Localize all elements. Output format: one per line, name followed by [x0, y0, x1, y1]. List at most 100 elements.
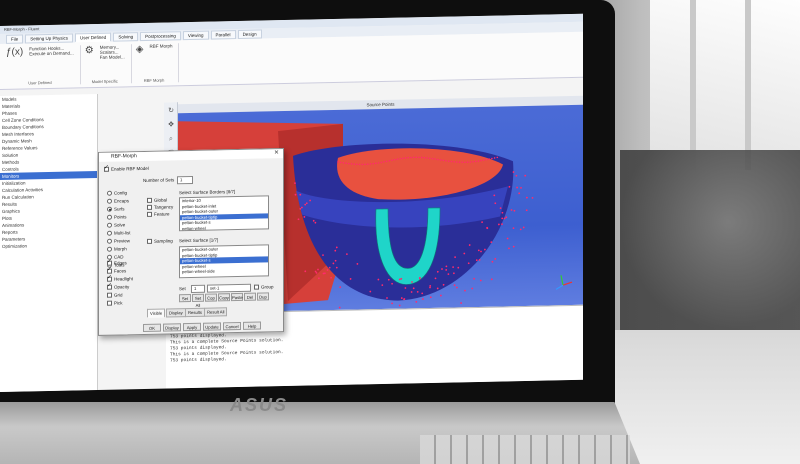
set-action-button[interactable]: Set — [179, 293, 191, 303]
outline-tree: Models Materials Phases Cell Zone Condition… — [0, 93, 98, 392]
footer-button[interactable]: Update — [203, 322, 221, 331]
display-check-row[interactable]: Headlight — [107, 275, 133, 283]
set-number-input[interactable]: 1 — [191, 284, 205, 293]
mode-radio-row[interactable]: Surfs — [107, 205, 125, 213]
set-action-button[interactable]: Copy — [218, 293, 230, 302]
border-list-item[interactable]: pelton-wheel — [180, 224, 268, 231]
mode-radio[interactable] — [107, 198, 112, 205]
mode-label: Multi-list — [114, 230, 131, 236]
ribbon-group-items: ƒ(x) Function Hooks... Execute on Demand..… — [6, 45, 74, 58]
border-listbox[interactable]: interior-10 pelton-bucket-inlet pelton-buc… — [179, 195, 269, 232]
footer-button[interactable]: Cancel — [223, 321, 241, 331]
ribbon-tab[interactable]: User Defined — [75, 32, 112, 42]
display-checkbox[interactable] — [107, 300, 112, 307]
footer-button[interactable]: Display — [163, 323, 181, 332]
source-point — [518, 192, 521, 195]
window-frame-bar — [745, 0, 751, 170]
ribbon-item[interactable]: RBF Morph — [149, 43, 172, 48]
mode-radio[interactable] — [107, 222, 112, 229]
tree-item[interactable]: Optimization — [0, 241, 97, 250]
ribbon-tab[interactable]: Parallel — [210, 29, 236, 40]
bottom-tab[interactable]: Result All — [204, 307, 228, 317]
display-check-row[interactable]: Pick — [107, 299, 123, 307]
set-action-button[interactable]: Cop — [205, 293, 217, 302]
display-checkbox[interactable] — [107, 276, 112, 283]
enable-rbf-row[interactable]: Enable RBF Model — [104, 165, 149, 173]
surface-list-item[interactable]: pelton-wheel-side — [180, 267, 268, 275]
mode-radio-row[interactable]: Multi-list — [107, 229, 131, 237]
mode-label: Solve — [114, 222, 126, 228]
number-of-sets-input[interactable]: 1 — [177, 175, 193, 185]
ribbon-tab[interactable]: Design — [237, 29, 262, 39]
mode-radio-row[interactable]: Morph — [107, 245, 127, 253]
option-checkbox[interactable] — [147, 198, 152, 204]
mode-label: Config — [114, 190, 128, 196]
ribbon-item[interactable]: Fan Model... — [100, 54, 125, 60]
source-point — [510, 209, 513, 211]
ribbon-tab[interactable]: Setting Up Physics — [25, 32, 74, 43]
display-check-row[interactable]: Faces — [107, 267, 126, 275]
rotate-icon[interactable]: ↻ — [166, 106, 176, 116]
bottom-tab[interactable]: Display — [166, 308, 186, 318]
rbf-icon[interactable]: ◈ — [136, 44, 144, 55]
surface-listbox[interactable]: pelton-bucket-outer pelton-bucket-tiptip p… — [179, 244, 269, 279]
source-point — [520, 186, 522, 189]
option-checkbox[interactable] — [147, 205, 152, 211]
mode-radio-row[interactable]: Points — [107, 213, 127, 221]
ribbon-tab[interactable]: File — [6, 34, 24, 44]
bottom-tab[interactable]: Visible — [147, 308, 166, 318]
source-point — [473, 277, 476, 280]
set-action-button[interactable]: Set All — [192, 293, 204, 308]
option-checkbox[interactable] — [147, 212, 152, 218]
display-check-row[interactable]: Opacity — [107, 283, 129, 291]
sampling-checkbox[interactable] — [147, 239, 152, 245]
display-checkbox[interactable] — [107, 292, 112, 299]
dialog-body: Enable RBF Model Number of Sets 1 Config… — [99, 158, 283, 337]
mode-radio-row[interactable]: Solve — [107, 221, 126, 229]
number-of-sets-row: Number of Sets — [143, 176, 174, 184]
display-checkbox[interactable] — [107, 260, 112, 267]
source-point — [453, 284, 456, 287]
footer-button[interactable]: OK — [143, 323, 161, 333]
ribbon-tab[interactable]: Postprocessing — [140, 30, 181, 41]
mode-radio-row[interactable]: Encaps — [107, 197, 129, 205]
set-action-button[interactable]: Dup — [257, 292, 269, 301]
group-row[interactable]: Group — [254, 283, 274, 290]
mode-radio-row[interactable]: Config — [107, 189, 128, 197]
mode-radio-row[interactable]: Preview — [107, 237, 130, 245]
footer-button[interactable]: Apply — [183, 322, 201, 332]
bottom-tab[interactable]: Results — [185, 307, 205, 318]
display-checkbox[interactable] — [107, 268, 112, 275]
mode-radio[interactable] — [107, 246, 112, 253]
mode-radio[interactable] — [107, 214, 112, 221]
group-checkbox[interactable] — [254, 284, 259, 290]
zoom-icon[interactable]: ⌕ — [166, 134, 176, 144]
source-point — [440, 294, 442, 297]
mode-radio[interactable] — [107, 230, 112, 237]
option-row[interactable]: Feature — [147, 210, 170, 218]
display-check-row[interactable]: Edges — [107, 259, 127, 267]
source-point — [513, 209, 516, 212]
mode-radio[interactable] — [107, 190, 112, 197]
set-action-button[interactable]: Paste — [231, 292, 243, 302]
display-check-row[interactable]: Grid — [107, 291, 123, 299]
set-action-button[interactable]: Del — [244, 292, 256, 301]
ribbon-group-label: Model Specific — [91, 78, 118, 85]
pan-icon[interactable]: ✥ — [166, 120, 176, 130]
ribbon-tab[interactable]: Viewing — [182, 30, 209, 40]
ribbon-item[interactable]: Execute on Demand... — [29, 50, 74, 56]
model-icon[interactable]: ⚙ — [85, 45, 94, 60]
close-icon[interactable]: ✕ — [274, 149, 279, 158]
set-name-input[interactable]: set-1 — [207, 283, 251, 293]
sampling-row[interactable]: Sampling — [147, 237, 173, 245]
footer-button[interactable]: Help — [243, 321, 261, 330]
ribbon-tab[interactable]: Solving — [113, 31, 139, 42]
mode-radio[interactable] — [107, 238, 112, 245]
axis-triad — [555, 275, 573, 290]
enable-rbf-checkbox[interactable] — [104, 167, 109, 173]
source-point — [506, 237, 509, 240]
display-checkbox[interactable] — [107, 284, 112, 291]
mode-radio[interactable] — [107, 206, 112, 213]
border-list-count: [8/7] — [226, 189, 236, 195]
function-icon[interactable]: ƒ(x) — [6, 47, 23, 58]
